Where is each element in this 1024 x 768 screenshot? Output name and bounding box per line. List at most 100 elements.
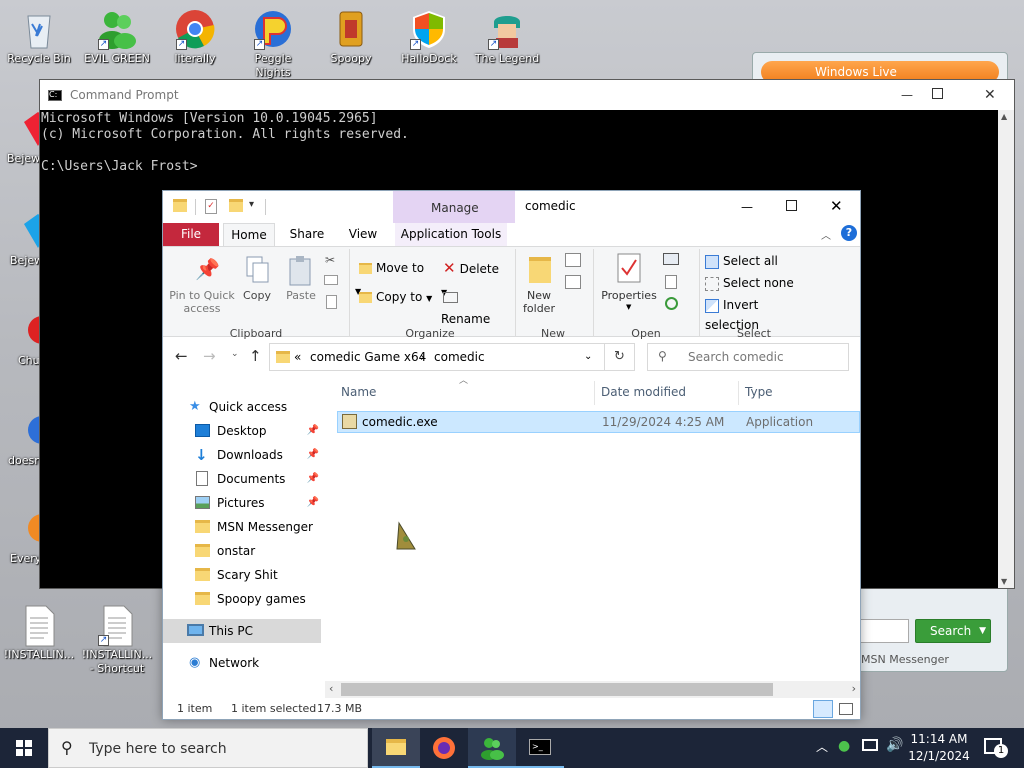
tab-home[interactable]: Home: [223, 223, 275, 246]
desktop-icon-installing-shortcut[interactable]: ↗ !INSTALLIN... - Shortcut: [80, 604, 154, 676]
tab-file[interactable]: File: [163, 223, 219, 246]
breadcrumb-comedic[interactable]: comedic: [434, 344, 485, 370]
column-header-type[interactable]: Type: [739, 381, 859, 405]
tab-view[interactable]: View: [338, 223, 388, 246]
open-icon[interactable]: [663, 253, 679, 265]
nav-item-documents[interactable]: Documents 📌: [163, 467, 321, 491]
cut-icon[interactable]: ✂: [325, 253, 335, 267]
forward-button[interactable]: →: [203, 347, 216, 365]
desktop-icon-evil-green[interactable]: ↗ EVIL GREEN: [80, 8, 154, 66]
windows-live-search-button[interactable]: Search ▼: [915, 619, 991, 643]
delete-button[interactable]: ✕ Delete ▼: [441, 257, 507, 297]
nav-item-scary[interactable]: Scary Shit: [163, 563, 321, 587]
nav-network[interactable]: ◉ Network: [163, 651, 321, 675]
breadcrumb-comedic-game[interactable]: comedic Game x64: [310, 344, 426, 370]
desktop-icon-recycle-bin[interactable]: Recycle Bin: [2, 8, 76, 66]
properties-button[interactable]: Properties ▼: [601, 253, 657, 315]
address-bar[interactable]: « comedic Game x64 › comedic ⌄: [269, 343, 605, 371]
select-all-button[interactable]: Select all: [705, 251, 805, 271]
copy-path-icon[interactable]: [324, 275, 338, 285]
taskbar-file-explorer[interactable]: [372, 728, 420, 768]
up-button[interactable]: ↑: [249, 347, 262, 365]
cmd-icon: C:: [48, 89, 62, 101]
taskbar-firefox[interactable]: [420, 728, 468, 768]
file-row[interactable]: comedic.exe 11/29/2024 4:25 AM Applicati…: [337, 411, 860, 433]
back-button[interactable]: ←: [175, 347, 188, 365]
select-none-button[interactable]: Select none: [705, 273, 805, 293]
copy-to-button[interactable]: Copy to ▼: [355, 286, 433, 308]
scrollbar-thumb[interactable]: [341, 683, 773, 696]
breadcrumb-separator[interactable]: ›: [420, 344, 425, 370]
nav-item-msn-messenger[interactable]: MSN Messenger: [163, 515, 321, 539]
scroll-down-icon[interactable]: ▼: [1001, 577, 1007, 586]
console-scrollbar[interactable]: ▲ ▼: [998, 110, 1014, 588]
pin-to-quick-access-button[interactable]: 📌 Pin to Quick access: [169, 255, 235, 315]
path-overflow[interactable]: «: [294, 344, 301, 370]
notification-center-button[interactable]: 1: [982, 736, 1008, 758]
file-explorer-window[interactable]: ✓ ▾ Manage comedic — ✕ File Home Share V…: [162, 190, 861, 720]
minimize-button[interactable]: —: [892, 80, 922, 110]
new-item-icon[interactable]: [565, 253, 581, 267]
paste-button[interactable]: Paste: [281, 255, 321, 315]
console-output[interactable]: Microsoft Windows [Version 10.0.19045.29…: [40, 110, 1014, 175]
chevron-down-icon[interactable]: ⌄: [584, 344, 592, 370]
nav-quick-access[interactable]: ★ Quick access: [163, 395, 321, 419]
history-icon[interactable]: [665, 297, 678, 310]
maximize-button[interactable]: [786, 200, 797, 211]
horizontal-scrollbar[interactable]: ‹ ›: [325, 681, 860, 698]
column-header-name[interactable]: Name: [335, 381, 595, 405]
move-to-button[interactable]: Move to ▼: [355, 257, 433, 296]
clock[interactable]: 11:14 AM 12/1/2024: [906, 731, 972, 767]
show-hidden-icons-icon[interactable]: ︿: [816, 738, 828, 755]
recent-locations-button[interactable]: ⌄: [231, 349, 239, 359]
command-prompt-titlebar[interactable]: C: Command Prompt — ✕: [40, 80, 1014, 110]
maximize-button[interactable]: [932, 88, 943, 99]
nav-item-onstar[interactable]: onstar: [163, 539, 321, 563]
refresh-button[interactable]: ↻: [605, 343, 635, 371]
collapse-ribbon-icon[interactable]: ︿: [821, 227, 831, 242]
desktop-icon-installing[interactable]: !INSTALLIN...: [2, 604, 76, 662]
rename-button[interactable]: Rename: [441, 286, 507, 326]
properties-quick-icon[interactable]: ✓: [205, 199, 217, 214]
details-view-button[interactable]: [813, 700, 833, 718]
start-button[interactable]: [0, 728, 48, 768]
desktop-icon-hallodock[interactable]: ↗ HalloDock: [392, 8, 466, 66]
desktop-icon-spoopy[interactable]: Spoopy: [314, 8, 388, 66]
paste-shortcut-icon[interactable]: [326, 295, 337, 309]
nav-item-spoopy-games[interactable]: Spoopy games: [163, 587, 321, 611]
edit-icon[interactable]: [665, 275, 677, 289]
folder-icon: [195, 568, 210, 581]
taskbar-search-box[interactable]: ⚲ Type here to search: [48, 728, 368, 768]
taskbar-msn-messenger[interactable]: [468, 728, 516, 768]
msn-tray-icon[interactable]: ●: [838, 738, 850, 754]
scroll-left-icon[interactable]: ‹: [329, 682, 333, 695]
new-folder-button[interactable]: New folder: [519, 255, 559, 315]
scroll-up-icon[interactable]: ▲: [1001, 112, 1007, 121]
nav-item-pictures[interactable]: Pictures 📌: [163, 491, 321, 515]
close-button[interactable]: ✕: [984, 80, 1004, 110]
help-icon[interactable]: ?: [841, 225, 857, 241]
new-folder-quick-icon[interactable]: [229, 199, 243, 212]
invert-selection-button[interactable]: Invert selection: [705, 295, 815, 332]
tab-share[interactable]: Share: [281, 223, 333, 246]
nav-item-desktop[interactable]: Desktop 📌: [163, 419, 321, 443]
scroll-right-icon[interactable]: ›: [852, 682, 856, 695]
nav-item-downloads[interactable]: ↓ Downloads 📌: [163, 443, 321, 467]
minimize-button[interactable]: —: [735, 195, 759, 219]
large-icons-view-button[interactable]: [839, 703, 853, 715]
search-box[interactable]: ⚲ Search comedic: [647, 343, 849, 371]
desktop-icon-the-legend[interactable]: ↗ The Legend: [470, 8, 544, 66]
network-tray-icon[interactable]: [862, 739, 878, 751]
easy-access-icon[interactable]: [565, 275, 581, 289]
desktop-icon-peggle[interactable]: ↗ Peggle Nights: [236, 8, 310, 80]
taskbar-command-prompt[interactable]: >_: [516, 728, 564, 768]
customize-toolbar-icon[interactable]: ▾: [249, 199, 254, 210]
explorer-titlebar[interactable]: ✓ ▾ Manage comedic — ✕: [163, 191, 860, 223]
desktop-icon-literally[interactable]: ↗ literally: [158, 8, 232, 66]
close-button[interactable]: ✕: [830, 195, 843, 217]
column-header-date[interactable]: Date modified: [595, 381, 739, 405]
tab-application-tools[interactable]: Application Tools: [395, 223, 507, 246]
volume-icon[interactable]: 🔊: [886, 737, 903, 753]
copy-button[interactable]: Copy: [239, 255, 275, 315]
nav-this-pc[interactable]: This PC: [163, 619, 321, 643]
